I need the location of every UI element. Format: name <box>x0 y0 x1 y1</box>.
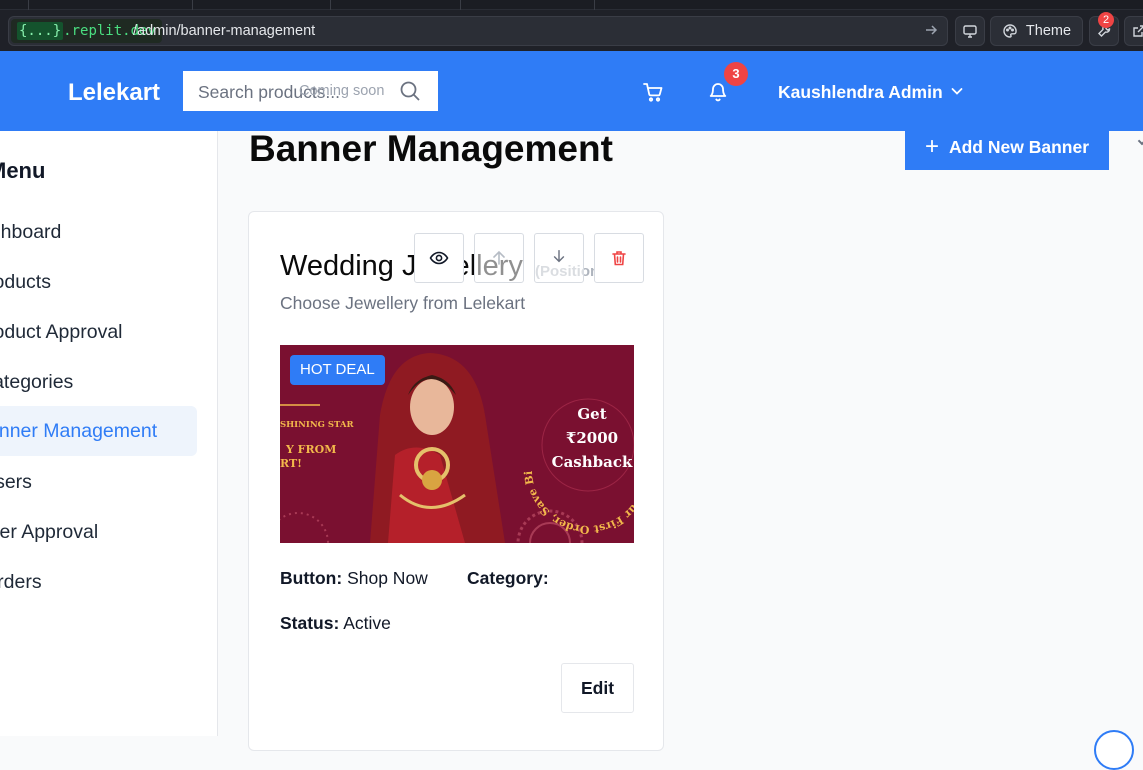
button-meta-value: Shop Now <box>347 568 428 588</box>
sidebar-item-label: Products <box>0 271 51 293</box>
preview-button[interactable] <box>414 233 464 283</box>
address-bar[interactable]: {...} .replit.dev /admin/banner-managemen… <box>8 16 948 46</box>
move-down-button[interactable] <box>534 233 584 283</box>
banner-offer-cashback: Cashback <box>552 453 633 471</box>
external-link-button[interactable] <box>1124 16 1143 46</box>
logo[interactable]: Lelekart <box>68 79 160 107</box>
sidebar-item-product-approval[interactable]: Product Approval <box>0 307 197 357</box>
devtools-badge: 2 <box>1098 12 1114 28</box>
sidebar-item-label: Product Approval <box>0 321 123 343</box>
external-link-icon <box>1133 25 1143 37</box>
palette-icon <box>1003 24 1017 38</box>
open-arrow-icon[interactable] <box>923 22 939 38</box>
banner-text-rt: RT! <box>280 457 302 470</box>
bell-icon[interactable] <box>707 81 729 103</box>
banner-subtitle: Choose Jewellery from Lelekart <box>280 293 526 313</box>
browser-toolbar: {...} .replit.dev /admin/banner-managemen… <box>0 10 1143 51</box>
tab-separator <box>192 0 193 10</box>
add-new-banner-label: Add New Banner <box>948 136 1090 157</box>
sidebar-item-label: Users <box>0 471 32 493</box>
sidebar-item-label: Categories <box>0 371 74 393</box>
sidebar-item-label: Banner Management <box>0 420 158 442</box>
arrow-down-icon <box>553 249 565 263</box>
delete-button[interactable] <box>594 233 644 283</box>
monitor-icon <box>963 25 977 38</box>
tab-separator <box>594 0 595 10</box>
devices-button[interactable] <box>955 16 985 46</box>
user-menu-name[interactable]: Kaushlendra Admin <box>778 82 943 103</box>
tab-separator <box>330 0 331 10</box>
sidebar: Menu Dashboard Products Product Approval… <box>0 131 218 736</box>
floating-action-circle[interactable] <box>1094 730 1134 770</box>
chevron-icon <box>1137 136 1143 146</box>
tab-separator <box>460 0 461 10</box>
sidebar-item-label: Orders <box>0 571 42 593</box>
app-header: Lelekart Search products... Coming soon … <box>0 51 1143 131</box>
sidebar-item-dashboard[interactable]: Dashboard <box>0 207 197 257</box>
trash-icon <box>612 251 626 266</box>
sidebar-item-orders[interactable]: Orders <box>0 557 197 607</box>
page-title: Banner Management <box>249 128 613 169</box>
status-meta-label: Status: <box>280 613 340 633</box>
banner-card: Wedding Jewellery Choose Jewellery from … <box>248 211 664 751</box>
cart-icon[interactable] <box>642 81 664 103</box>
banner-text-shining-star: SHINING STAR <box>280 420 354 430</box>
status-meta: Status: Active <box>280 613 391 634</box>
notification-badge: 3 <box>724 62 748 86</box>
sidebar-item-categories[interactable]: Categories <box>0 357 197 407</box>
sidebar-item-label: Dashboard <box>0 221 62 243</box>
banner-offer-amount: ₹2000 <box>566 429 618 447</box>
button-meta: Button: Shop Now <box>280 568 428 589</box>
move-up-button[interactable] <box>474 233 524 283</box>
search-icon[interactable] <box>399 80 421 102</box>
banner-text-from: Y FROM <box>285 443 336 456</box>
domain-brace: {...} <box>17 22 64 40</box>
plus-icon: + <box>924 133 939 160</box>
banner-image: SHINING STAR Y FROM RT! On Your First Or… <box>280 345 634 543</box>
sidebar-item-seller-approval[interactable]: Seller Approval <box>0 507 197 557</box>
devtools-button[interactable]: 2 <box>1089 12 1119 46</box>
category-meta-label: Category: <box>467 568 549 588</box>
browser-tab-strip <box>0 0 1143 10</box>
edit-button[interactable]: Edit <box>561 663 634 713</box>
sidebar-item-label: Seller Approval <box>0 521 99 543</box>
chevron-down-icon[interactable] <box>949 83 965 99</box>
theme-button[interactable]: Theme <box>990 16 1083 46</box>
sidebar-item-users[interactable]: Users <box>0 457 197 507</box>
sidebar-item-banner-management[interactable]: Banner Management <box>0 406 197 456</box>
arrow-up-icon <box>493 250 505 265</box>
add-new-banner-button[interactable]: + Add New Banner <box>905 124 1109 170</box>
hot-deal-badge: HOT DEAL <box>290 355 385 385</box>
status-meta-value: Active <box>343 613 391 633</box>
category-meta: Category: <box>467 568 549 589</box>
tab-separator <box>28 0 29 10</box>
sidebar-item-products[interactable]: Products <box>0 257 197 307</box>
sidebar-title: Menu <box>0 158 46 183</box>
button-meta-label: Button: <box>280 568 343 588</box>
eye-icon <box>429 251 449 265</box>
banner-offer-get: Get <box>577 405 606 423</box>
search-coming-soon-note: Coming soon <box>299 83 385 99</box>
theme-label: Theme <box>1025 23 1072 39</box>
search-box[interactable]: Search products... Coming soon <box>183 71 438 111</box>
url-path[interactable]: /admin/banner-management <box>133 17 315 45</box>
